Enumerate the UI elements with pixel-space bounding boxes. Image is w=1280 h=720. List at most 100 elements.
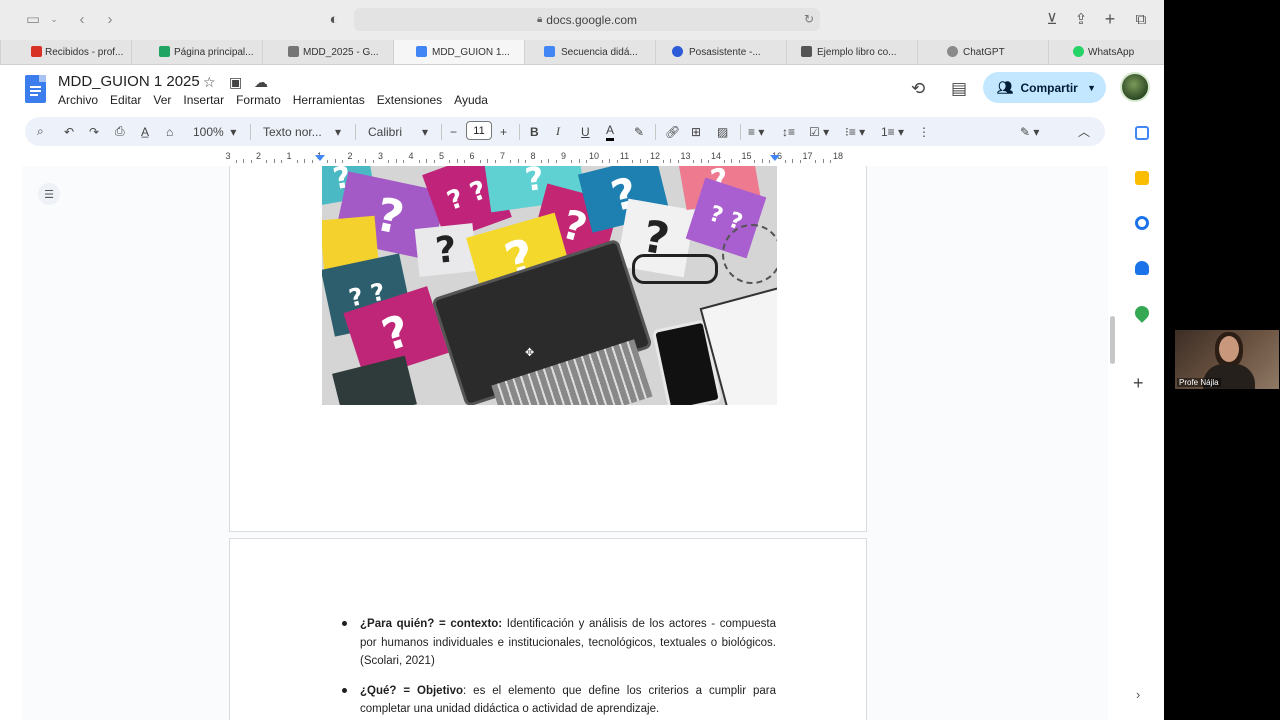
comments-icon[interactable]: ▤ [951,79,967,99]
tab-ejemplo[interactable]: Ejemplo libro co... [786,40,917,64]
menu-archivo[interactable]: Archivo [58,93,98,107]
print-icon[interactable]: ⎙ [115,117,125,146]
privacy-shield-icon[interactable]: ◐ [326,9,342,29]
webcam-name-label: Profe Nájla [1177,378,1221,387]
menu-extensiones[interactable]: Extensiones [377,93,442,107]
list-item[interactable]: ¿Para quién? = contexto: Identificación … [340,615,776,671]
back-icon[interactable]: ‹ [74,9,90,29]
add-addon-icon[interactable]: + [1133,373,1144,394]
browser-window: ▭ ⌄ ‹ › ◐ 🔒︎ docs.google.com ↻ ⊻ ⇪ + ⧉ R… [0,0,1164,720]
increase-font-icon[interactable]: + [500,117,507,146]
tab-mdd-guion[interactable]: MDD_GUION 1... [393,40,524,64]
link-icon[interactable]: 🔗︎ [665,117,680,146]
add-comment-icon[interactable]: ⊞ [691,117,701,146]
italic-icon[interactable]: I [556,117,560,146]
share-icon[interactable]: ⇪ [1073,9,1089,29]
flower-sketch [722,224,777,284]
spellcheck-icon[interactable]: A̲ [141,117,149,146]
download-icon[interactable]: ⊻ [1044,9,1060,29]
editing-mode-icon[interactable]: ✎ ▾ [1020,117,1039,146]
outline-icon[interactable]: ☰ [38,183,60,205]
document-title[interactable]: MDD_GUION 1 2025 [58,73,200,90]
ruler-label: 12 [649,151,661,161]
star-icon[interactable]: ☆ [203,74,216,91]
paint-format-icon[interactable]: ⌂ [166,117,173,146]
cloud-status-icon[interactable]: ☁︎ [254,74,268,91]
ruler-tick [487,159,489,163]
collapse-toolbar-icon[interactable]: ︿ [1078,117,1090,146]
avatar[interactable] [1120,72,1150,102]
right-indent-marker[interactable] [770,155,780,161]
maps-icon[interactable] [1132,303,1152,323]
tab-secuencia[interactable]: Secuencia didá... [524,40,655,64]
bullet-list[interactable]: ¿Para quién? = contexto: Identificación … [340,615,776,720]
align-icon[interactable]: ≡ ▾ [748,117,764,146]
document-scrollbar[interactable] [1110,316,1115,364]
side-panel: + › [1120,115,1164,720]
menu-formato[interactable]: Formato [236,93,281,107]
line-spacing-icon[interactable]: ↕≡ [782,117,795,146]
decrease-font-icon[interactable]: − [450,117,457,146]
menu-editar[interactable]: Editar [110,93,141,107]
bold-icon[interactable]: B [530,117,539,146]
tab-chatgpt[interactable]: ChatGPT [917,40,1048,64]
font-select[interactable]: Calibri ▾ [368,117,428,146]
sidebar-toggle-icon[interactable]: ▭ [24,9,42,29]
numbered-list-icon[interactable]: 1≡ ▾ [881,117,904,146]
move-folder-icon[interactable]: ▣ [229,74,242,91]
tab-zoom[interactable]: Posasistente -... [655,40,786,64]
divider [740,124,741,140]
highlight-icon[interactable]: ✎ [634,117,644,146]
text-color-icon[interactable]: A [606,122,615,141]
tab-forms[interactable]: MDD_2025 - G... [262,40,393,64]
docs-logo-icon[interactable] [25,75,46,103]
calendar-icon[interactable] [1135,126,1149,140]
more-options-icon[interactable]: ⋮ [918,117,930,146]
ruler-label: 2 [347,151,353,161]
ruler-tick [555,160,557,163]
style-select[interactable]: Texto nor... ▾ [263,117,341,146]
left-indent-marker[interactable] [315,155,325,161]
tab-drive[interactable]: Página principal... [131,40,262,64]
checklist-icon[interactable]: ☑ ▾ [809,117,829,146]
bulleted-list-icon[interactable]: ⁝≡ ▾ [845,117,865,146]
ruler-label: 5 [438,151,445,161]
expand-panel-icon[interactable]: › [1136,687,1140,702]
forward-icon[interactable]: › [102,9,118,29]
tasks-icon[interactable] [1135,216,1149,230]
new-tab-icon[interactable]: + [1102,9,1118,29]
version-history-icon[interactable]: ⟲ [911,79,925,99]
font-size-input[interactable]: 11 [466,121,492,140]
share-button[interactable]: 👥︎ Compartir ▼ [983,72,1106,103]
contacts-icon[interactable] [1135,261,1149,275]
menu-insertar[interactable]: Insertar [183,93,224,107]
search-icon[interactable]: ⌕ [37,117,44,146]
ruler-label: 6 [469,151,475,161]
chevron-down-icon[interactable]: ⌄ [48,9,60,29]
question-marks-laptop-image[interactable]: ? ? ? ? ? ? ? ? ? ? ? ? ? ? ? ? [322,166,777,405]
tab-gmail[interactable]: Recibidos - prof... [0,40,131,64]
address-bar[interactable]: 🔒︎ docs.google.com ↻ [354,8,820,31]
keep-icon[interactable] [1135,171,1149,185]
tab-whatsapp[interactable]: WhatsApp [1048,40,1164,64]
redo-icon[interactable]: ↷ [89,117,99,146]
ruler-tick [632,160,634,163]
menu-ver[interactable]: Ver [153,93,171,107]
chevron-down-icon[interactable]: ▼ [1087,83,1096,93]
reload-icon[interactable]: ↻ [804,12,814,26]
image-icon[interactable]: ▨ [717,117,728,146]
underline-icon[interactable]: U [581,117,590,146]
docs-icon [416,46,427,57]
menu-ayuda[interactable]: Ayuda [454,93,488,107]
zoom-select[interactable]: 100% ▾ [193,117,236,146]
ruler-tick [510,160,512,163]
tab-bar: Recibidos - prof... Página principal... … [0,40,1164,65]
lock-icon: 🔒︎ [536,14,543,25]
ruler-tick [334,159,336,163]
undo-icon[interactable]: ↶ [64,117,74,146]
divider [441,124,442,140]
menu-herramientas[interactable]: Herramientas [293,93,365,107]
tab-overview-icon[interactable]: ⧉ [1132,9,1150,29]
list-item[interactable]: ¿Qué? = Objetivo: es el elemento que def… [340,682,776,719]
tab-label: MDD_2025 - G... [303,46,379,58]
